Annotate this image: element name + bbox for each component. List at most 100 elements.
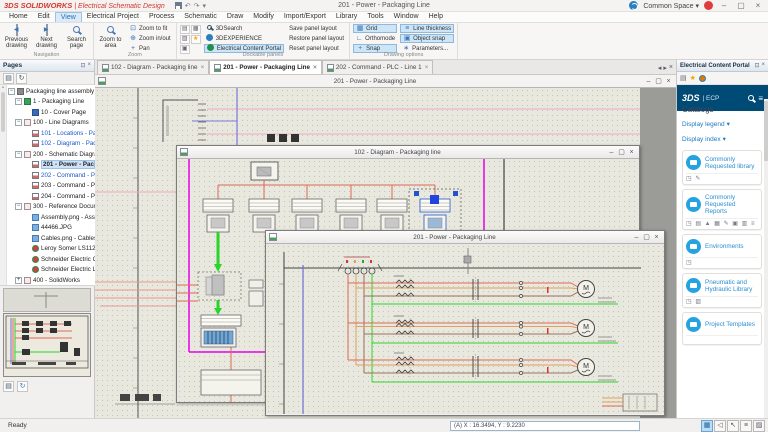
tree-scrollbar[interactable]: ▾ bbox=[0, 85, 7, 285]
favorites-panel-icon[interactable]: ★ bbox=[191, 35, 201, 44]
search-page-button[interactable]: Search page bbox=[63, 24, 90, 51]
tree-toggle-icon[interactable] bbox=[23, 266, 30, 273]
tree-row[interactable]: Schneider Electric LC1D12 bbox=[7, 265, 95, 276]
statusbar-object-snap-toggle[interactable]: ▨ bbox=[753, 420, 765, 432]
pages-panel-header[interactable]: Pages ⊡ × bbox=[0, 60, 94, 72]
tab-close-icon[interactable]: × bbox=[313, 64, 317, 71]
catalog-card[interactable]: Project Templates bbox=[682, 312, 762, 345]
tab-scroll-right-icon[interactable]: ▸ bbox=[663, 64, 667, 72]
panel-layout-icon-1[interactable]: ▤ bbox=[180, 25, 190, 34]
tree-row[interactable]: 101 - Locations - Packagin bbox=[7, 128, 95, 139]
tree-toggle-icon[interactable] bbox=[23, 130, 30, 137]
tab-close-icon[interactable]: × bbox=[200, 64, 204, 71]
tree-row[interactable]: − 200 - Schematic Diagrams bbox=[7, 149, 95, 160]
tree-row[interactable]: − Packaging line assembly - Ve bbox=[7, 86, 95, 97]
drawing-canvas-201[interactable]: M M M bbox=[266, 244, 664, 414]
child-minimize-icon[interactable]: – bbox=[607, 148, 616, 157]
tree-row[interactable]: 204 - Command - PLC - Lin bbox=[7, 191, 95, 202]
window-title-bar[interactable]: 102 - Diagram - Packaging line – ▢ × bbox=[177, 146, 639, 159]
page-thumbnail[interactable] bbox=[3, 313, 91, 377]
ecp-panel-header[interactable]: Electrical Content Portal ⊡ × bbox=[677, 60, 768, 72]
previous-drawing-button[interactable]: ◀ Previous drawing bbox=[3, 24, 30, 51]
next-drawing-button[interactable]: ▶ Next drawing bbox=[33, 24, 60, 51]
common-space-dropdown[interactable]: Common Space ▾ bbox=[643, 2, 699, 10]
tree-toggle-icon[interactable]: − bbox=[15, 151, 22, 158]
menu-item[interactable]: Process bbox=[144, 12, 179, 22]
menu-item[interactable]: Window bbox=[389, 12, 424, 22]
display-legend-link[interactable]: Display legend ▾ bbox=[682, 120, 762, 128]
3dexperience-button[interactable]: 3DEXPERIENCE bbox=[204, 34, 284, 43]
tree-toggle-icon[interactable] bbox=[23, 224, 30, 231]
menu-item[interactable]: Import/Export bbox=[279, 12, 331, 22]
close-panel-icon[interactable]: × bbox=[761, 62, 765, 69]
child-close-icon[interactable]: × bbox=[627, 148, 636, 157]
refresh-pages-button[interactable]: ↻ bbox=[16, 73, 27, 84]
undo-icon[interactable]: ↶ bbox=[185, 2, 191, 10]
tree-toggle-icon[interactable]: − bbox=[15, 203, 22, 210]
3dsearch-button[interactable]: 3DSearch bbox=[204, 24, 284, 33]
document-tab[interactable]: 202 - Command - PLC - Line 1 × bbox=[322, 60, 434, 74]
save-panel-layout-button[interactable]: Save panel layout bbox=[287, 24, 346, 33]
tree-row[interactable]: − 1 - Packaging Line bbox=[7, 97, 95, 108]
tree-row[interactable]: 201 - Power - Packagi bbox=[7, 160, 95, 171]
menu-item[interactable]: Home bbox=[4, 12, 33, 22]
tree-row[interactable]: Schneider Electric GV2ME0 bbox=[7, 254, 95, 265]
redo-icon[interactable]: ↷ bbox=[194, 2, 200, 10]
child-close-icon[interactable]: × bbox=[652, 233, 661, 242]
document-tab[interactable]: 102 - Diagram - Packaging line × bbox=[97, 60, 209, 74]
tree-row[interactable]: 203 - Command - PLC - Lin bbox=[7, 181, 95, 192]
statusbar-line-thickness-toggle[interactable]: ≡ bbox=[740, 420, 752, 432]
catalog-card[interactable]: Pneumatic and Hydraulic Library ◳ ▥ bbox=[682, 273, 762, 308]
menu-item[interactable]: Help bbox=[424, 12, 448, 22]
tree-toggle-icon[interactable] bbox=[23, 193, 30, 200]
window-title-bar[interactable]: 201 - Power - Packaging Line – ▢ × bbox=[95, 75, 676, 88]
child-minimize-icon[interactable]: – bbox=[632, 233, 641, 242]
menu-item[interactable]: Library bbox=[331, 12, 362, 22]
pin-icon[interactable]: ⊡ bbox=[754, 62, 759, 69]
new-page-button[interactable]: ▤ bbox=[3, 73, 14, 84]
statusbar-grid-toggle[interactable]: ▦ bbox=[701, 420, 713, 432]
catalog-card[interactable]: Commonly Requested library ◳ ✎ bbox=[682, 150, 762, 185]
statusbar-snap-toggle[interactable]: ↖ bbox=[727, 420, 739, 432]
close-button[interactable]: × bbox=[752, 0, 764, 12]
catalog-card[interactable]: Environments ◳ bbox=[682, 234, 762, 269]
user-avatar[interactable] bbox=[704, 1, 713, 10]
statusbar-orthomode-toggle[interactable]: ◁ bbox=[714, 420, 726, 432]
display-index-link[interactable]: Display index ▾ bbox=[682, 135, 762, 143]
tree-row[interactable]: Assembly.png - Assembly bbox=[7, 212, 95, 223]
zoom-to-fit-button[interactable]: ⊡Zoom to fit bbox=[127, 24, 173, 33]
tree-toggle-icon[interactable] bbox=[23, 109, 30, 116]
menu-item[interactable]: Electrical Project bbox=[82, 12, 144, 22]
tree-toggle-icon[interactable] bbox=[23, 182, 30, 189]
menu-item[interactable]: Tools bbox=[362, 12, 388, 22]
restore-button[interactable]: ▢ bbox=[735, 0, 747, 12]
catalog-card[interactable]: Commonly Requested Reports ◳ ▤ ▲ ▦ ✎ ▣ ▥… bbox=[682, 189, 762, 230]
tree-toggle-icon[interactable] bbox=[23, 140, 30, 147]
menu-item[interactable]: Modify bbox=[248, 12, 279, 22]
zoom-to-area-button[interactable]: Zoom to area bbox=[97, 24, 124, 51]
menu-item[interactable]: Draw bbox=[222, 12, 248, 22]
child-minimize-icon[interactable]: – bbox=[644, 77, 653, 86]
menu-item[interactable]: Edit bbox=[33, 12, 55, 22]
tree-toggle-icon[interactable] bbox=[23, 161, 30, 168]
child-close-icon[interactable]: × bbox=[664, 77, 673, 86]
menu-item[interactable]: Schematic bbox=[179, 12, 222, 22]
menu-item[interactable]: View bbox=[55, 12, 82, 22]
print-preview-button[interactable]: ▤ bbox=[3, 381, 14, 392]
grid-toggle[interactable]: ▦Grid bbox=[353, 24, 397, 33]
ecp-scrollbar[interactable] bbox=[764, 99, 768, 418]
object-snap-toggle[interactable]: ▣Object snap bbox=[400, 34, 454, 43]
panel-layout-icon-3[interactable]: ▨ bbox=[180, 35, 190, 44]
tree-toggle-icon[interactable]: − bbox=[8, 88, 15, 95]
tree-row[interactable]: + 400 - SolidWorks bbox=[7, 275, 95, 285]
tree-row[interactable]: − 100 - Line Diagrams bbox=[7, 118, 95, 129]
orthomode-toggle[interactable]: ∟Orthomode bbox=[353, 34, 397, 43]
tree-row[interactable]: − 300 - Reference Documents bbox=[7, 202, 95, 213]
child-restore-icon[interactable]: ▢ bbox=[654, 77, 663, 86]
zoom-in-out-button[interactable]: ⊕Zoom in/out bbox=[127, 34, 173, 43]
tree-row[interactable]: 10 - Cover Page bbox=[7, 107, 95, 118]
child-restore-icon[interactable]: ▢ bbox=[642, 233, 651, 242]
tab-list-close-icon[interactable]: × bbox=[669, 64, 673, 72]
restore-panel-layout-button[interactable]: Restore panel layout bbox=[287, 34, 346, 43]
save-icon[interactable] bbox=[175, 2, 182, 9]
